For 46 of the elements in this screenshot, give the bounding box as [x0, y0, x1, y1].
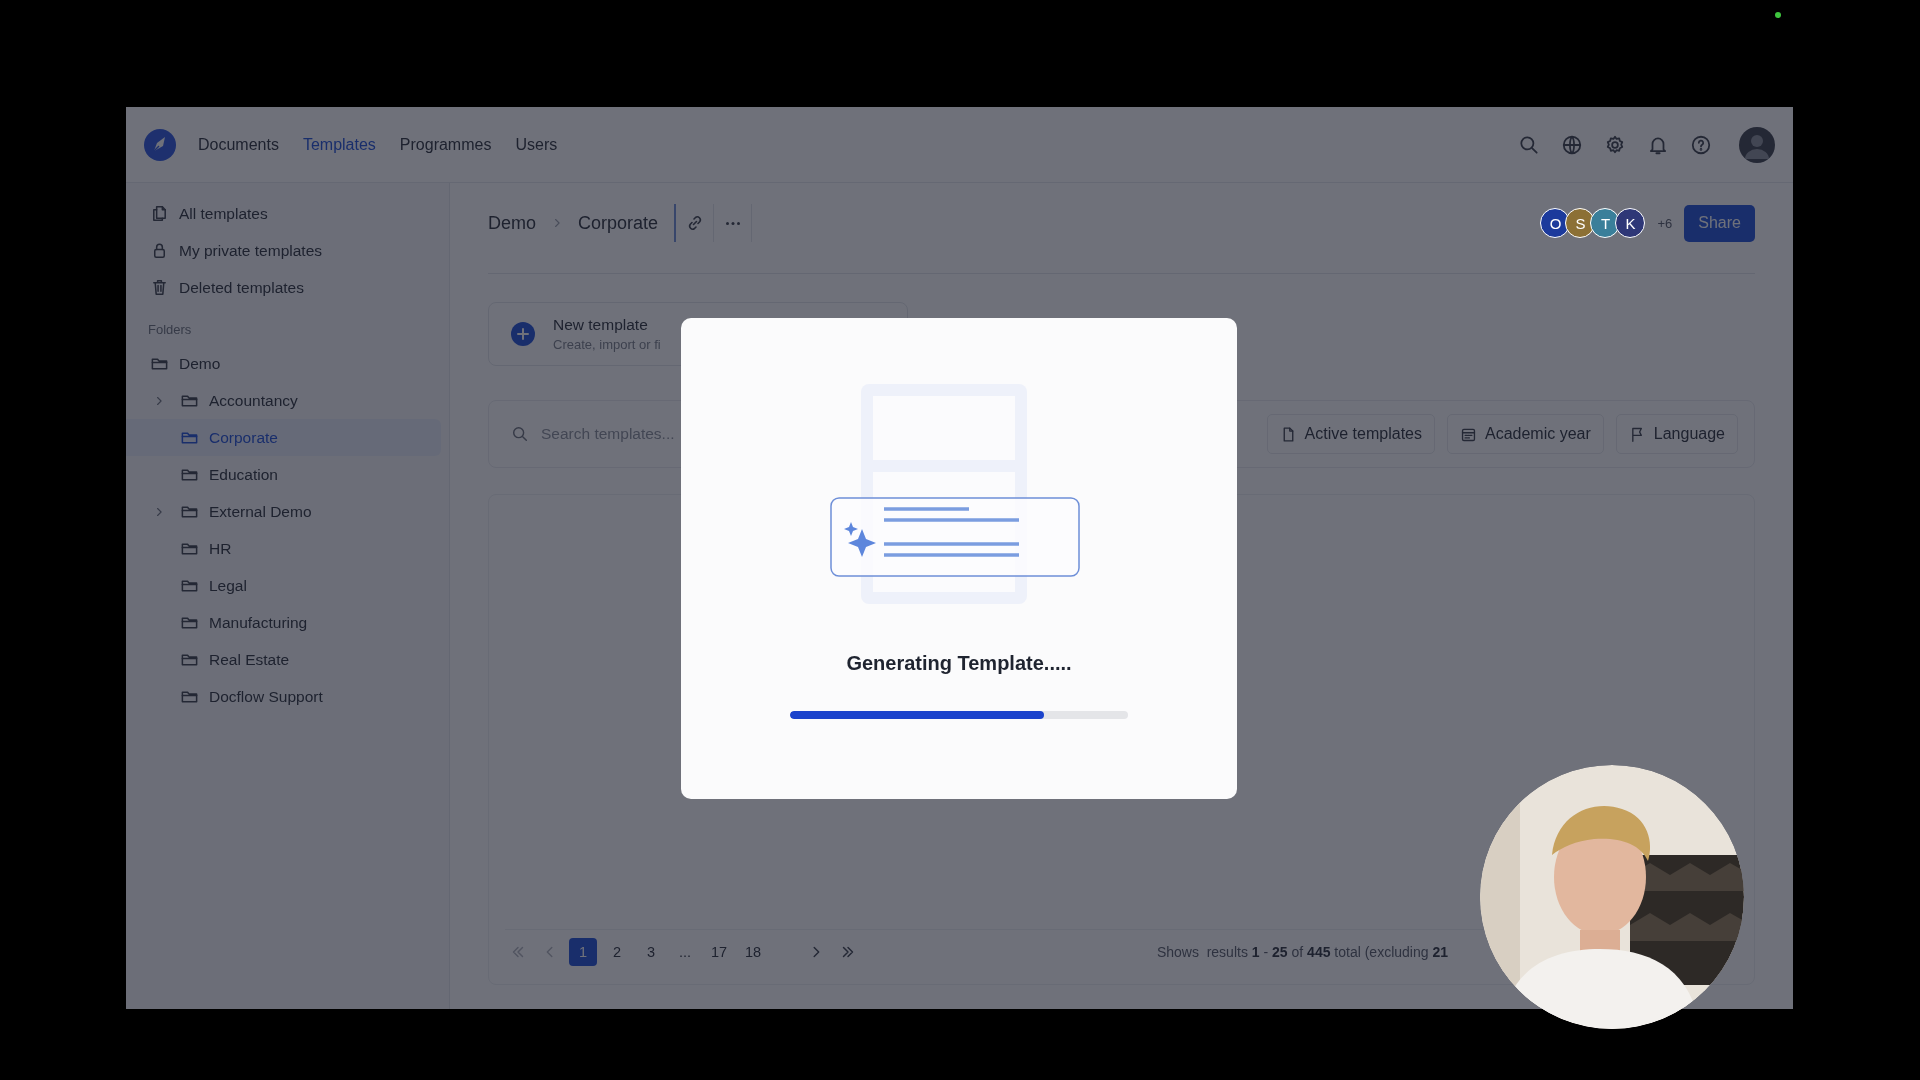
- folder-item[interactable]: Real Estate: [126, 641, 441, 678]
- more-icon: [725, 221, 740, 225]
- page-button[interactable]: 18: [739, 938, 767, 966]
- folder-item[interactable]: HR: [126, 530, 441, 567]
- folder-item[interactable]: Legal: [126, 567, 441, 604]
- recording-dot-icon: [1775, 12, 1781, 18]
- collaborator-count: +6: [1657, 215, 1673, 231]
- breadcrumb-link[interactable]: Corporate: [578, 212, 659, 234]
- page-button[interactable]: ...: [671, 938, 699, 966]
- filter-button[interactable]: Academic year: [1447, 414, 1604, 454]
- filter-button[interactable]: Language: [1615, 414, 1738, 454]
- filter-button[interactable]: Active templates: [1266, 414, 1435, 454]
- folder-item[interactable]: Corporate: [126, 419, 441, 456]
- folder-item[interactable]: Accountancy: [126, 382, 441, 419]
- search-icon[interactable]: [1518, 133, 1540, 156]
- folder-item[interactable]: Education: [126, 456, 441, 493]
- logo-icon[interactable]: [144, 128, 176, 161]
- nav-link[interactable]: Templates: [302, 135, 376, 154]
- page-button[interactable]: 1: [569, 938, 597, 966]
- sidebar-item[interactable]: My private templates: [126, 232, 441, 269]
- nav-link[interactable]: Documents: [198, 135, 279, 154]
- folder-item[interactable]: Docflow Support: [126, 678, 441, 715]
- globe-icon[interactable]: [1561, 133, 1583, 156]
- page-button[interactable]: 2: [603, 938, 631, 966]
- trash-icon: [150, 278, 169, 297]
- breadcrumb-link[interactable]: Demo: [488, 212, 536, 234]
- collaborator-avatar[interactable]: K: [1615, 208, 1646, 238]
- sidebar-item[interactable]: Deleted templates: [126, 269, 441, 306]
- folder-item[interactable]: Manufacturing: [126, 604, 441, 641]
- search-icon: [511, 425, 529, 443]
- page-button[interactable]: 3: [637, 938, 665, 966]
- share-button[interactable]: Share: [1684, 204, 1755, 242]
- results-summary: Shows results 1 - 25 of 445 total (excluding 21: [1156, 944, 1448, 960]
- folder-item[interactable]: External Demo: [126, 493, 441, 530]
- plus-icon: [511, 322, 535, 346]
- card-title: New template: [553, 316, 649, 334]
- user-avatar[interactable]: [1739, 126, 1775, 163]
- nav-link[interactable]: Users: [515, 135, 558, 154]
- sidebar-item[interactable]: All templates: [126, 195, 441, 232]
- documents-icon: [150, 204, 169, 223]
- help-icon[interactable]: [1690, 133, 1712, 156]
- nav-link[interactable]: Programmes: [399, 135, 492, 154]
- dialog-title: Generating Template.....: [846, 652, 1072, 675]
- settings-icon[interactable]: [1604, 133, 1626, 156]
- folder-item[interactable]: Demo: [126, 345, 441, 382]
- page-button[interactable]: 17: [705, 938, 733, 966]
